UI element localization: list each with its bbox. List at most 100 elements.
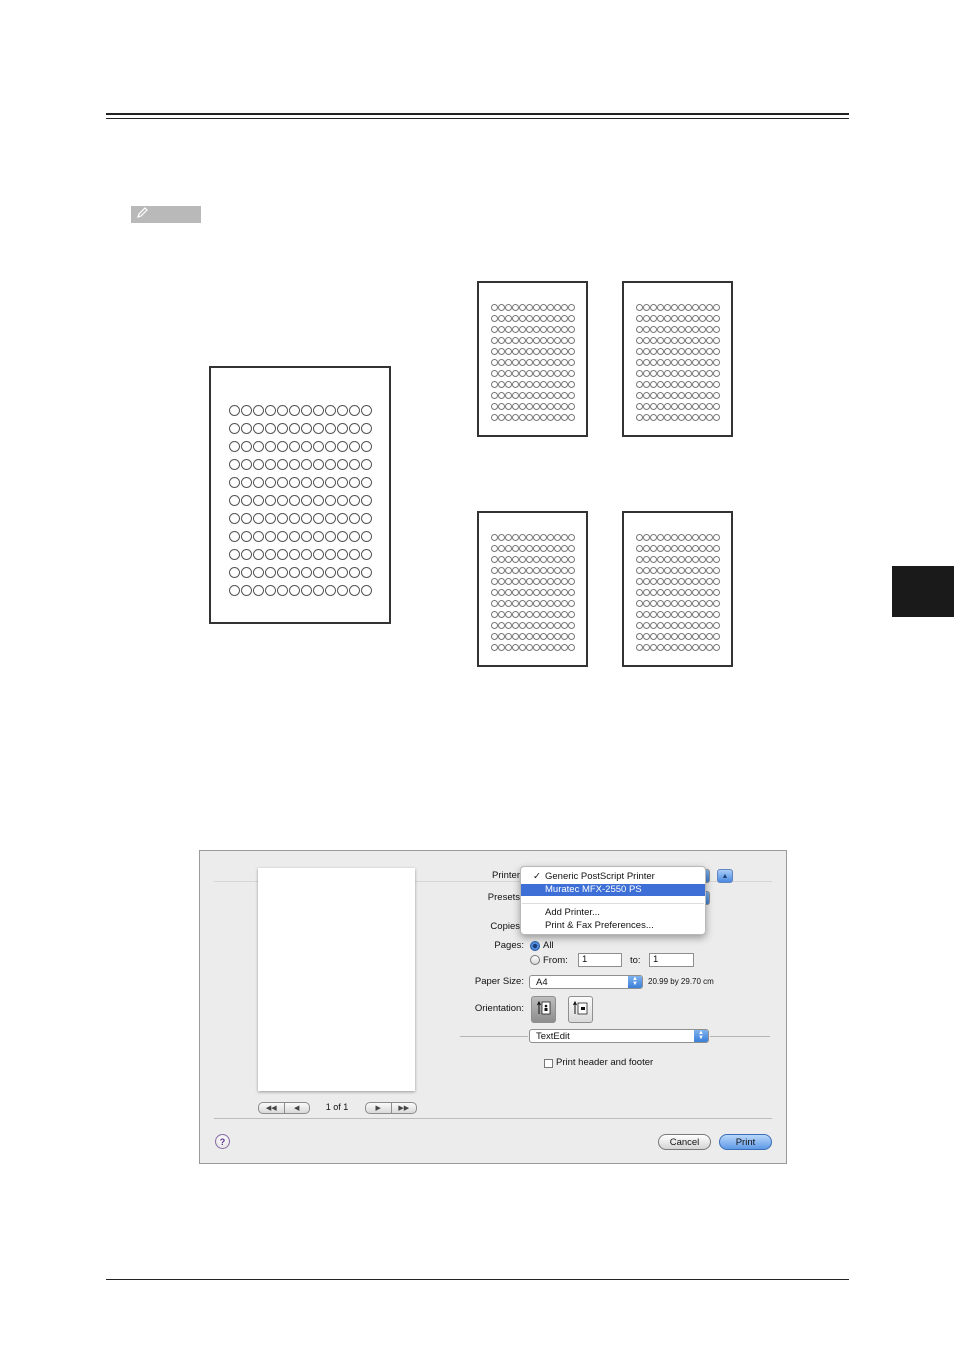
circle-mark [567, 589, 575, 596]
circle-mark [635, 545, 643, 552]
circle-mark [490, 567, 498, 574]
circle-mark [539, 337, 547, 344]
circle-mark [276, 531, 288, 542]
circle-mark [497, 589, 505, 596]
circle-mark [663, 304, 671, 311]
circle-mark [705, 304, 713, 311]
circle-mark [532, 567, 540, 574]
print-button[interactable]: Print [719, 1134, 772, 1150]
circle-mark [642, 392, 650, 399]
menu-item-print-fax-preferences[interactable]: Print & Fax Preferences... [521, 920, 705, 932]
circle-mark [539, 359, 547, 366]
circle-mark [684, 381, 692, 388]
print-header-footer-checkbox[interactable] [544, 1059, 553, 1068]
circle-mark [336, 495, 348, 506]
circle-mark [712, 545, 720, 552]
circle-mark [312, 459, 324, 470]
cancel-button[interactable]: Cancel [658, 1134, 711, 1150]
circle-mark [712, 644, 720, 651]
pages-from-field[interactable]: 1 [578, 953, 622, 967]
circle-mark [546, 315, 554, 322]
circle-mark [656, 545, 664, 552]
circle-mark [504, 600, 512, 607]
circle-mark [677, 403, 685, 410]
circle-row [490, 392, 575, 399]
circle-mark [684, 534, 692, 541]
pages-all-radio[interactable] [530, 941, 540, 951]
circle-mark [511, 359, 519, 366]
circle-mark [276, 477, 288, 488]
circle-mark [276, 585, 288, 596]
circle-mark [518, 381, 526, 388]
circle-mark [490, 578, 498, 585]
circle-mark [712, 337, 720, 344]
circle-mark [567, 326, 575, 333]
circle-mark [539, 326, 547, 333]
circle-mark [518, 600, 526, 607]
circle-mark [546, 326, 554, 333]
circle-mark [324, 531, 336, 542]
presets-label: Presets [487, 892, 520, 903]
menu-item-muratec[interactable]: Muratec MFX-2550 PS [521, 884, 705, 896]
circle-mark [663, 578, 671, 585]
circle-mark [684, 348, 692, 355]
circle-mark [490, 633, 498, 640]
circle-mark [560, 644, 568, 651]
circle-mark [635, 556, 643, 563]
circle-mark [288, 423, 300, 434]
circle-mark [490, 381, 498, 388]
circle-mark [539, 578, 547, 585]
circle-mark [240, 549, 252, 560]
circle-mark [497, 414, 505, 421]
circle-mark [546, 578, 554, 585]
multi-page-illustration-2 [622, 281, 733, 437]
paper-size-popup[interactable]: A4 ▲ ▼ [529, 975, 643, 989]
circle-mark [539, 534, 547, 541]
next-page-button[interactable]: ▶ [366, 1103, 391, 1113]
last-page-button[interactable]: ▶▶ [390, 1103, 417, 1113]
circle-mark [300, 423, 312, 434]
circle-mark [539, 304, 547, 311]
circle-mark [288, 567, 300, 578]
circle-mark [656, 600, 664, 607]
pages-to-field[interactable]: 1 [649, 953, 694, 967]
circle-mark [663, 534, 671, 541]
circle-mark [670, 556, 678, 563]
circle-mark [336, 549, 348, 560]
circle-mark [642, 304, 650, 311]
circle-mark [670, 633, 678, 640]
circle-mark [504, 622, 512, 629]
circle-mark [504, 315, 512, 322]
circle-mark [264, 423, 276, 434]
circle-mark [670, 589, 678, 596]
portrait-orientation-button[interactable] [531, 996, 556, 1023]
landscape-orientation-button[interactable] [568, 996, 593, 1023]
circle-mark [684, 545, 692, 552]
circle-mark [560, 534, 568, 541]
circle-mark [691, 611, 699, 618]
pages-from-radio[interactable] [530, 955, 540, 965]
circle-mark [518, 304, 526, 311]
circle-mark [712, 359, 720, 366]
circle-mark [712, 600, 720, 607]
circle-mark [712, 315, 720, 322]
first-page-button[interactable]: ◀◀ [259, 1103, 284, 1113]
circle-row [228, 549, 372, 560]
app-options-popup[interactable]: TextEdit ▲ ▼ [529, 1029, 709, 1043]
circle-mark [684, 589, 692, 596]
menu-item-generic-postscript[interactable]: ✓ Generic PostScript Printer [521, 871, 705, 883]
circle-mark [684, 315, 692, 322]
menu-item-add-printer[interactable]: Add Printer... [521, 907, 705, 919]
circle-mark [663, 403, 671, 410]
previous-page-button[interactable]: ◀ [283, 1103, 310, 1113]
circle-mark [663, 600, 671, 607]
circle-mark [649, 622, 657, 629]
disclosure-triangle-button[interactable]: ▲ [717, 869, 733, 883]
circle-mark [567, 392, 575, 399]
circle-mark [240, 405, 252, 416]
help-button[interactable]: ? [215, 1134, 230, 1149]
circle-mark [670, 611, 678, 618]
circle-mark [684, 304, 692, 311]
circle-mark [324, 423, 336, 434]
circle-mark [525, 315, 533, 322]
